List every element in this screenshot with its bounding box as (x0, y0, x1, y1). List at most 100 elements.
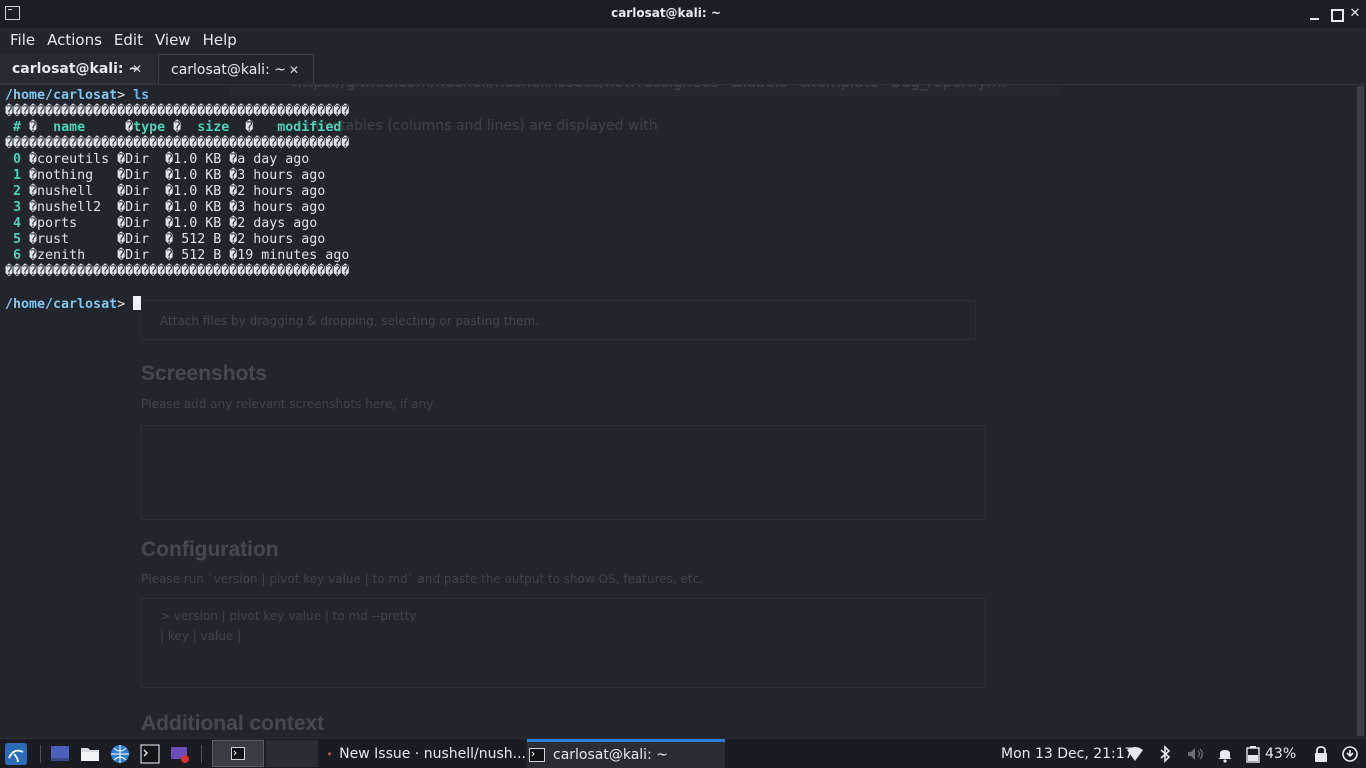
table-header: # � name �type � size � modified (13, 120, 342, 135)
row-size: 512 B (173, 232, 222, 247)
table-row: 0 �coreutils �Dir �1.0 KB �a day ago (13, 152, 310, 167)
terminal-tabbar: carlosat@kali: ~ ✕ carlosat@kali: ~ ✕ (0, 54, 1366, 85)
task-terminal[interactable]: carlosat@kali: ~ (527, 739, 725, 768)
prompt-line[interactable]: /home/carlosat> (5, 296, 1355, 312)
screen-recorder-icon[interactable] (170, 744, 190, 764)
maximize-button[interactable] (1327, 4, 1345, 24)
kali-menu-icon[interactable] (5, 743, 27, 765)
table-row: 1 �nothing �Dir �1.0 KB �3 hours ago (13, 168, 326, 183)
row-index: 5 (13, 232, 22, 247)
row-type: Dir (125, 216, 150, 231)
battery-percentage: 43% (1265, 746, 1297, 762)
terminal-scrollbar[interactable] (1357, 86, 1364, 736)
row-name: zenith (37, 248, 118, 263)
notifications-icon[interactable] (1216, 745, 1234, 763)
web-browser-icon[interactable] (110, 744, 130, 764)
task-label: carlosat@kali: ~ (553, 747, 668, 763)
row-size: 1.0 KB (173, 216, 222, 231)
row-index: 2 (13, 184, 22, 199)
header-modified: modified (277, 120, 342, 135)
tab-close-icon[interactable]: ✕ (289, 63, 299, 77)
table-border: ����������������������������������������… (5, 104, 350, 119)
command-line: /home/carlosat> ls (5, 88, 150, 103)
row-size: 1.0 KB (173, 200, 222, 215)
close-button[interactable]: ✕ (1346, 4, 1364, 24)
header-index: # (13, 120, 22, 135)
background-hint: Please add any relevant screenshots here… (141, 397, 434, 411)
task-label: New Issue · nushell/nush... (339, 746, 526, 762)
firefox-icon (328, 752, 331, 756)
logout-icon[interactable] (1341, 745, 1359, 763)
row-size: 512 B (173, 248, 222, 263)
background-code: | key | value | (160, 629, 242, 643)
taskbar-separator (40, 745, 41, 763)
show-desktop-icon[interactable] (50, 744, 70, 764)
menu-view[interactable]: View (149, 31, 197, 49)
window-title: carlosat@kali: ~ (611, 6, 721, 20)
lock-screen-icon[interactable] (1312, 745, 1330, 763)
minimize-button[interactable] (1306, 4, 1324, 24)
background-heading: Configuration (141, 538, 279, 561)
row-index: 4 (13, 216, 22, 231)
table-border: ����������������������������������������… (5, 264, 350, 279)
menubar: File Actions Edit View Help (0, 28, 1366, 52)
row-modified: 2 days ago (237, 216, 318, 231)
table-row: 2 �nushell �Dir �1.0 KB �2 hours ago (13, 184, 326, 199)
battery-icon[interactable] (1244, 745, 1262, 763)
background-attach-hint: Attach files by dragging & dropping, sel… (160, 314, 539, 328)
menu-file[interactable]: File (4, 31, 41, 49)
row-type: Dir (125, 152, 150, 167)
window-titlebar[interactable]: carlosat@kali: ~ ✕ (0, 0, 1366, 28)
terminal-icon (529, 748, 545, 762)
background-heading: Additional context (141, 712, 325, 735)
menu-help[interactable]: Help (197, 31, 243, 49)
row-index: 0 (13, 152, 22, 167)
menu-edit[interactable]: Edit (108, 31, 149, 49)
clock[interactable]: Mon 13 Dec, 21:17 (1001, 739, 1134, 768)
row-name: nothing (37, 168, 118, 183)
row-size: 1.0 KB (173, 168, 222, 183)
table-row: 6 �zenith �Dir � 512 B �19 minutes ago (13, 248, 350, 263)
background-textarea (140, 598, 986, 688)
row-type: Dir (125, 248, 150, 263)
row-modified: 3 hours ago (237, 200, 326, 215)
row-modified: 19 minutes ago (237, 248, 350, 263)
table-row: 3 �nushell2 �Dir �1.0 KB �3 hours ago (13, 200, 326, 215)
terminal-tab-2[interactable]: carlosat@kali: ~ ✕ (158, 54, 314, 85)
row-type: Dir (125, 200, 150, 215)
workspace-2[interactable] (266, 740, 318, 767)
table-row: 4 �ports �Dir �1.0 KB �2 days ago (13, 216, 318, 231)
row-type: Dir (125, 232, 150, 247)
row-size: 1.0 KB (173, 152, 222, 167)
taskbar: New Issue · nushell/nush... carlosat@kal… (0, 738, 1366, 768)
background-textarea (140, 425, 986, 520)
prompt-path: /home/carlosat (5, 297, 118, 312)
bluetooth-icon[interactable] (1156, 745, 1174, 763)
workspace-1[interactable] (212, 740, 264, 767)
row-modified: 2 hours ago (237, 184, 326, 199)
row-name: rust (37, 232, 118, 247)
file-manager-icon[interactable] (80, 744, 100, 764)
row-name: nushell (37, 184, 118, 199)
tab-label: carlosat@kali: ~ (12, 60, 141, 77)
volume-icon[interactable] (1186, 745, 1204, 763)
table-row: 5 �rust �Dir � 512 B �2 hours ago (13, 232, 326, 247)
terminal-launcher-icon[interactable] (140, 744, 160, 764)
row-modified: a day ago (237, 152, 310, 167)
workspace-terminal-icon (231, 747, 245, 760)
terminal-tab-1[interactable]: carlosat@kali: ~ ✕ (0, 54, 156, 85)
menu-actions[interactable]: Actions (41, 31, 108, 49)
tab-label: carlosat@kali: ~ (171, 62, 286, 78)
tab-close-icon[interactable]: ✕ (132, 62, 142, 76)
command-text: ls (133, 88, 150, 103)
row-name: ports (37, 216, 118, 231)
terminal-output[interactable]: /home/carlosat> ls ����������������������… (5, 88, 1355, 312)
row-type: Dir (125, 184, 150, 199)
background-heading: Screenshots (141, 362, 268, 385)
row-name: coreutils (37, 152, 118, 167)
header-name: name (53, 120, 126, 135)
row-modified: 3 hours ago (237, 168, 326, 183)
header-type: type (133, 120, 166, 135)
wifi-icon[interactable] (1126, 745, 1144, 763)
task-browser[interactable]: New Issue · nushell/nush... (328, 740, 526, 768)
